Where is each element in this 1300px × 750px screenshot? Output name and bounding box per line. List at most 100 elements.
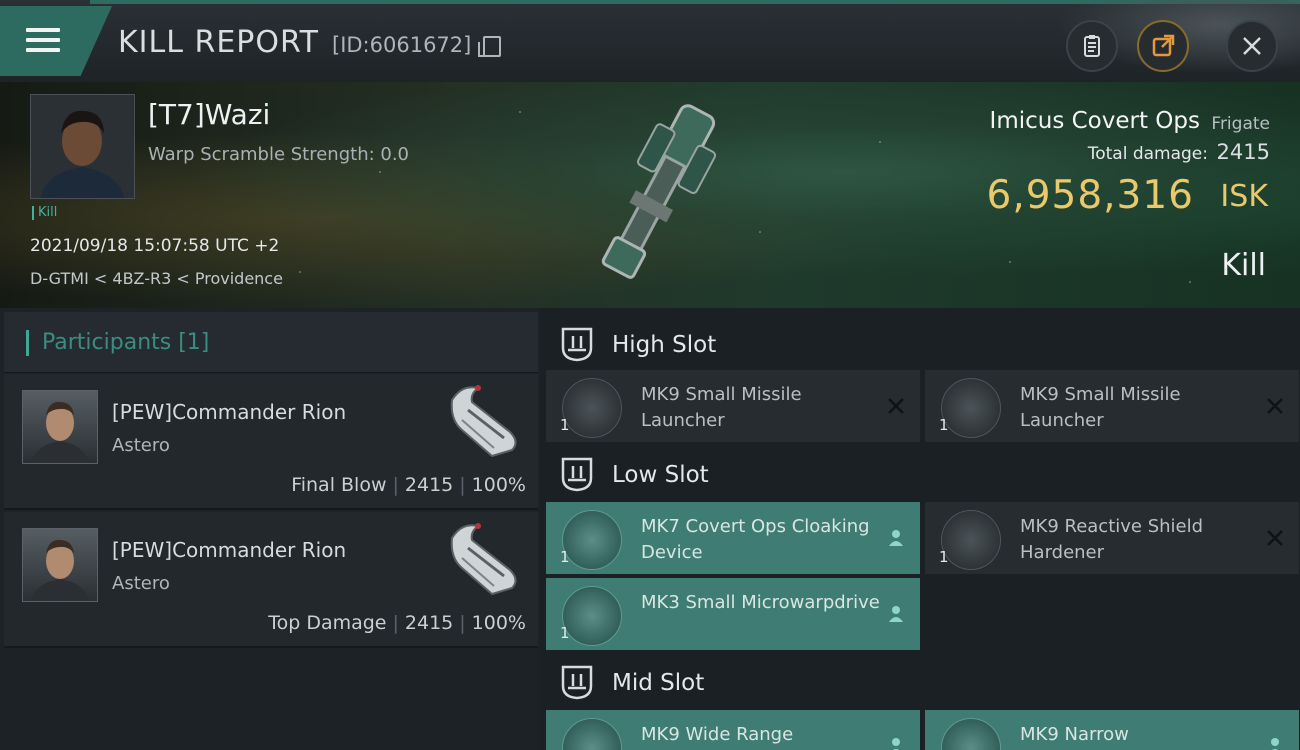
stats-separator: | — [459, 612, 466, 634]
total-damage-label: Total damage: — [1087, 144, 1208, 164]
victim-avatar — [31, 95, 134, 198]
module-name: MK9 Small Missile Launcher — [1020, 384, 1181, 431]
participant-name[interactable]: [PEW]Commander Rion — [112, 400, 346, 424]
participant-stats: Top Damage | 2415 | 100% — [268, 612, 526, 634]
participant-row[interactable]: [PEW]Commander Rion Astero Final Blow | 24… — [4, 374, 538, 510]
module-item[interactable]: 1 MK9 Small Missile Launcher — [925, 370, 1299, 442]
module-quantity: 1 — [560, 548, 570, 566]
stats-separator: | — [392, 612, 399, 634]
shield-hardener-icon — [941, 510, 1001, 570]
participant-name[interactable]: [PEW]Commander Rion — [112, 538, 346, 562]
destroyed-icon — [1267, 398, 1283, 414]
participant-ship: Astero — [112, 435, 170, 456]
low-slot-icon — [561, 457, 593, 492]
participant-portrait — [31, 539, 89, 601]
missile-launcher-icon — [941, 378, 1001, 438]
participant-role: Top Damage — [268, 612, 387, 634]
module-item[interactable]: 1 MK7 Covert Ops Cloaking Device — [546, 502, 920, 574]
isk-value: 6,958,316 — [986, 173, 1194, 218]
module-quantity: 1 — [939, 548, 949, 566]
total-damage-value: 2415 — [1216, 140, 1270, 164]
participants-panel: Participants [1] [PEW]Commander Rion Ast… — [0, 308, 540, 750]
kill-tag: Kill — [32, 206, 57, 220]
section-accent-bar — [26, 330, 29, 356]
menu-button[interactable] — [0, 6, 112, 76]
module-item[interactable]: MK9 Narrow — [925, 710, 1299, 750]
kill-result-label: Kill — [1221, 248, 1266, 283]
module-name: MK9 Reactive Shield Hardener — [1020, 516, 1204, 563]
participant-role: Final Blow — [291, 474, 387, 496]
participant-row[interactable]: [PEW]Commander Rion Astero Top Damage | 24… — [4, 512, 538, 648]
mid-slot-header: Mid Slot — [544, 652, 1300, 710]
share-icon — [1152, 34, 1175, 57]
stats-separator: | — [459, 474, 466, 496]
warp-scramble-strength: Warp Scramble Strength: 0.0 — [148, 144, 410, 165]
module-quantity: 1 — [560, 624, 570, 642]
module-name: MK9 Narrow — [1020, 724, 1129, 745]
victim-ship-image — [601, 104, 717, 279]
victim-portrait[interactable] — [30, 94, 135, 199]
low-slot-title: Low Slot — [612, 462, 709, 488]
module-item[interactable]: 1 MK3 Small Microwarpdrive — [546, 578, 920, 650]
participant-damage: 2415 — [404, 474, 454, 496]
participant-avatar[interactable] — [22, 528, 98, 602]
share-button[interactable] — [1137, 20, 1189, 72]
module-name: MK9 Wide Range — [641, 724, 794, 745]
report-id: [ID:6061672] — [332, 33, 472, 57]
victim-name[interactable]: [T7]Wazi — [148, 98, 270, 131]
module-quantity: 1 — [939, 416, 949, 434]
clipboard-icon — [1084, 35, 1100, 57]
participant-damage-percent: 100% — [471, 474, 526, 496]
kill-location[interactable]: D-GTMI < 4BZ-R3 < Providence — [30, 269, 283, 288]
module-item[interactable]: 1 MK9 Reactive Shield Hardener — [925, 502, 1299, 574]
close-button[interactable] — [1226, 20, 1278, 72]
participant-portrait — [31, 401, 89, 463]
mid-slot-icon — [561, 665, 593, 700]
sensor-module-icon — [941, 718, 1001, 750]
high-slot-icon — [561, 327, 593, 362]
module-name: MK7 Covert Ops Cloaking Device — [641, 516, 870, 563]
participant-avatar[interactable] — [22, 390, 98, 464]
clipboard-button[interactable] — [1066, 20, 1118, 72]
page-title: KILL REPORT — [118, 25, 319, 60]
dropped-person-icon — [892, 738, 900, 750]
module-quantity: 1 — [560, 416, 570, 434]
participant-ship: Astero — [112, 573, 170, 594]
fitting-panel: High Slot 1 MK9 Small Missile Launcher 1… — [540, 308, 1300, 750]
victim-ship-class: Frigate — [1211, 114, 1270, 134]
mid-slot-title: Mid Slot — [612, 670, 705, 696]
isk-unit: ISK — [1220, 179, 1268, 214]
hamburger-line — [26, 38, 60, 42]
close-icon — [1243, 37, 1261, 55]
victim-ship-name[interactable]: Imicus Covert Ops — [990, 108, 1200, 134]
low-slot-header: Low Slot — [544, 444, 1300, 502]
high-slot-title: High Slot — [612, 332, 717, 358]
stats-separator: | — [392, 474, 399, 496]
participant-damage-percent: 100% — [471, 612, 526, 634]
participants-header: Participants [1] — [4, 312, 538, 373]
dropped-person-icon — [889, 530, 903, 546]
participant-stats: Final Blow | 2415 | 100% — [291, 474, 526, 496]
kill-timestamp: 2021/09/18 15:07:58 UTC +2 — [30, 236, 280, 256]
astero-ship-icon — [450, 523, 517, 596]
missile-launcher-icon — [562, 378, 622, 438]
cloaking-device-icon — [562, 510, 622, 570]
destroyed-icon — [888, 398, 904, 414]
hamburger-line — [26, 48, 60, 52]
participants-title: Participants [1] — [42, 330, 210, 355]
astero-ship-icon — [450, 385, 517, 458]
module-item[interactable]: 1 MK9 Small Missile Launcher — [546, 370, 920, 442]
copy-icon[interactable] — [478, 36, 501, 57]
victim-banner: [T7]Wazi Warp Scramble Strength: 0.0 Kil… — [0, 82, 1300, 308]
hamburger-menu-icon — [26, 28, 60, 32]
destroyed-icon — [1267, 530, 1283, 546]
high-slot-header: High Slot — [544, 314, 1300, 372]
dropped-person-icon — [889, 606, 903, 622]
module-name: MK3 Small Microwarpdrive — [641, 592, 880, 613]
top-bar: KILL REPORT [ID:6061672] — [0, 0, 1300, 83]
module-name: MK9 Small Missile Launcher — [641, 384, 802, 431]
sensor-module-icon — [562, 718, 622, 750]
dropped-person-icon — [1271, 738, 1279, 750]
module-item[interactable]: MK9 Wide Range — [546, 710, 920, 750]
microwarpdrive-icon — [562, 586, 622, 646]
